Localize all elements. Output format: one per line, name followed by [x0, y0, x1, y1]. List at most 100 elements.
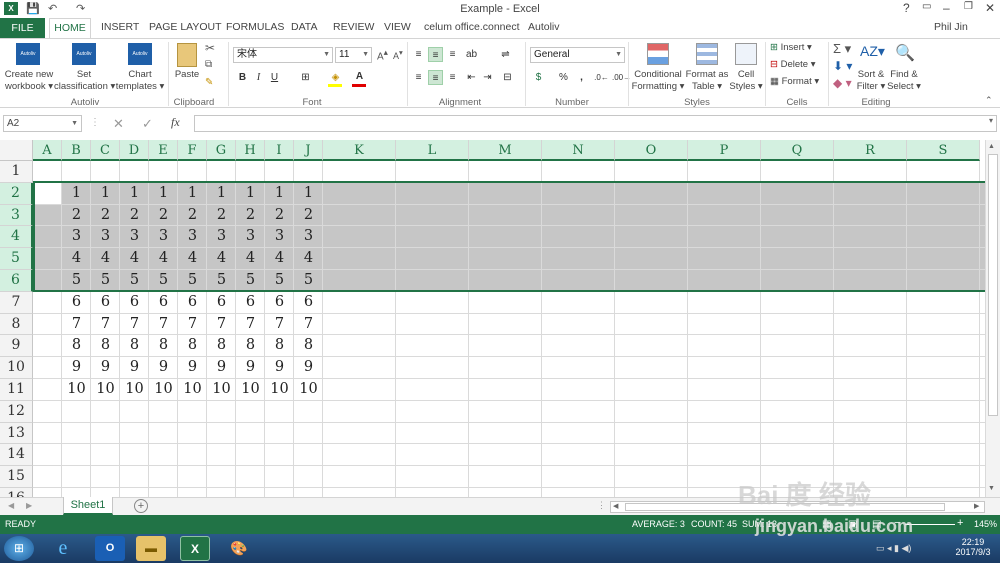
- scroll-down-icon[interactable]: ▼: [988, 485, 995, 492]
- cell-c2[interactable]: 1: [91, 183, 120, 205]
- decrease-decimal-icon[interactable]: .00→: [612, 70, 631, 85]
- cell-h5[interactable]: 4: [236, 248, 265, 270]
- font-color-icon[interactable]: A: [352, 69, 367, 84]
- fill-icon[interactable]: ⬇ ▾: [833, 59, 852, 73]
- sheet-tab-sheet1[interactable]: Sheet1: [63, 497, 113, 515]
- row-header-6[interactable]: 6: [0, 270, 33, 292]
- cell-d7[interactable]: 6: [120, 292, 149, 314]
- cell-styles-button[interactable]: Cell Styles ▾: [728, 69, 764, 93]
- cell-i3[interactable]: 2: [265, 205, 294, 227]
- format-as-table-button[interactable]: Format as Table ▾: [685, 69, 729, 93]
- column-header-i[interactable]: I: [265, 140, 294, 161]
- comma-button[interactable]: ,: [574, 70, 589, 85]
- set-classification-button[interactable]: Set classification ▾: [54, 69, 115, 93]
- cell-e10[interactable]: 9: [149, 357, 178, 379]
- cell-b2[interactable]: 1: [62, 183, 91, 205]
- outlook-icon[interactable]: O: [95, 536, 125, 561]
- cell-g7[interactable]: 6: [207, 292, 236, 314]
- cell-g10[interactable]: 9: [207, 357, 236, 379]
- cell-d11[interactable]: 10: [120, 379, 149, 401]
- start-button-icon[interactable]: ⊞: [4, 536, 34, 561]
- cell-d8[interactable]: 7: [120, 314, 149, 336]
- tab-view[interactable]: VIEW: [384, 21, 411, 33]
- column-header-p[interactable]: P: [688, 140, 761, 161]
- clear-icon[interactable]: ◆ ▾: [833, 76, 852, 90]
- cell-h10[interactable]: 9: [236, 357, 265, 379]
- cell-j3[interactable]: 2: [294, 205, 323, 227]
- cell-j9[interactable]: 8: [294, 335, 323, 357]
- cell-i5[interactable]: 4: [265, 248, 294, 270]
- cell-e3[interactable]: 2: [149, 205, 178, 227]
- scroll-left-icon[interactable]: ◀: [613, 502, 618, 510]
- align-top-icon[interactable]: ≡: [411, 47, 426, 62]
- accounting-icon[interactable]: $: [531, 70, 546, 85]
- cell-d3[interactable]: 2: [120, 205, 149, 227]
- cell-c5[interactable]: 4: [91, 248, 120, 270]
- cell-c7[interactable]: 6: [91, 292, 120, 314]
- help-icon[interactable]: ?: [903, 1, 910, 15]
- merge-center-icon[interactable]: ⊟: [500, 70, 515, 85]
- cell-g6[interactable]: 5: [207, 270, 236, 292]
- cell-h4[interactable]: 3: [236, 226, 265, 248]
- percent-button[interactable]: %: [556, 70, 571, 85]
- cell-b10[interactable]: 9: [62, 357, 91, 379]
- internet-explorer-icon[interactable]: e: [48, 536, 78, 561]
- cell-f11[interactable]: 10: [178, 379, 207, 401]
- number-format-dropdown[interactable]: General ▼: [530, 47, 625, 63]
- cell-i2[interactable]: 1: [265, 183, 294, 205]
- column-header-o[interactable]: O: [615, 140, 688, 161]
- align-left-icon[interactable]: ≡: [411, 70, 426, 85]
- cell-b11[interactable]: 10: [62, 379, 91, 401]
- name-box[interactable]: A2 ▼: [3, 115, 82, 132]
- tray-icons[interactable]: ▭ ◂ ▮ ◀): [876, 543, 911, 554]
- cell-c6[interactable]: 5: [91, 270, 120, 292]
- column-header-n[interactable]: N: [542, 140, 615, 161]
- format-cells-button[interactable]: ▦ Format ▾: [770, 76, 819, 88]
- cell-e6[interactable]: 5: [149, 270, 178, 292]
- spreadsheet-grid[interactable]: ABCDEFGHIJKLMNOPQRS 1 2 3 4 5 6 7 8 9 10 11 12 13 14 1…: [0, 140, 985, 497]
- tab-review[interactable]: REVIEW: [333, 21, 374, 33]
- font-size-dropdown[interactable]: 11 ▼: [335, 47, 372, 63]
- tab-insert[interactable]: INSERT: [101, 21, 139, 33]
- cell-j6[interactable]: 5: [294, 270, 323, 292]
- ribbon-display-icon[interactable]: ▭: [922, 1, 931, 12]
- align-center-icon[interactable]: ≡: [428, 70, 443, 85]
- cell-i4[interactable]: 3: [265, 226, 294, 248]
- row-header-5[interactable]: 5: [0, 248, 33, 270]
- paste-icon[interactable]: [177, 43, 197, 67]
- cell-b5[interactable]: 4: [62, 248, 91, 270]
- row-header-12[interactable]: 12: [0, 400, 33, 423]
- cell-i10[interactable]: 9: [265, 357, 294, 379]
- cell-e5[interactable]: 4: [149, 248, 178, 270]
- cell-c3[interactable]: 2: [91, 205, 120, 227]
- cell-j10[interactable]: 9: [294, 357, 323, 379]
- cell-d10[interactable]: 9: [120, 357, 149, 379]
- cell-c11[interactable]: 10: [91, 379, 120, 401]
- paint-icon[interactable]: 🎨: [224, 536, 254, 561]
- column-header-k[interactable]: K: [323, 140, 396, 161]
- cell-f10[interactable]: 9: [178, 357, 207, 379]
- row-header-11[interactable]: 11: [0, 379, 33, 401]
- cell-h2[interactable]: 1: [236, 183, 265, 205]
- cell-d4[interactable]: 3: [120, 226, 149, 248]
- cell-e7[interactable]: 6: [149, 292, 178, 314]
- cell-g11[interactable]: 10: [207, 379, 236, 401]
- scroll-thumb[interactable]: [988, 154, 998, 416]
- cell-f6[interactable]: 5: [178, 270, 207, 292]
- cell-c9[interactable]: 8: [91, 335, 120, 357]
- find-select-button[interactable]: Find & Select ▾: [884, 69, 924, 93]
- cell-b3[interactable]: 2: [62, 205, 91, 227]
- formula-input[interactable]: ▾: [194, 115, 997, 132]
- align-right-icon[interactable]: ≡: [445, 70, 460, 85]
- cell-j7[interactable]: 6: [294, 292, 323, 314]
- tab-page-layout[interactable]: PAGE LAYOUT: [149, 21, 222, 33]
- cell-i11[interactable]: 10: [265, 379, 294, 401]
- orientation-icon[interactable]: ab: [464, 47, 479, 62]
- cell-g3[interactable]: 2: [207, 205, 236, 227]
- prev-sheet-icon[interactable]: ◀: [8, 501, 14, 510]
- collapse-ribbon-icon[interactable]: ⌃: [985, 95, 993, 106]
- increase-font-icon[interactable]: A▴: [377, 47, 388, 62]
- cell-b8[interactable]: 7: [62, 314, 91, 336]
- cell-f9[interactable]: 8: [178, 335, 207, 357]
- cell-i7[interactable]: 6: [265, 292, 294, 314]
